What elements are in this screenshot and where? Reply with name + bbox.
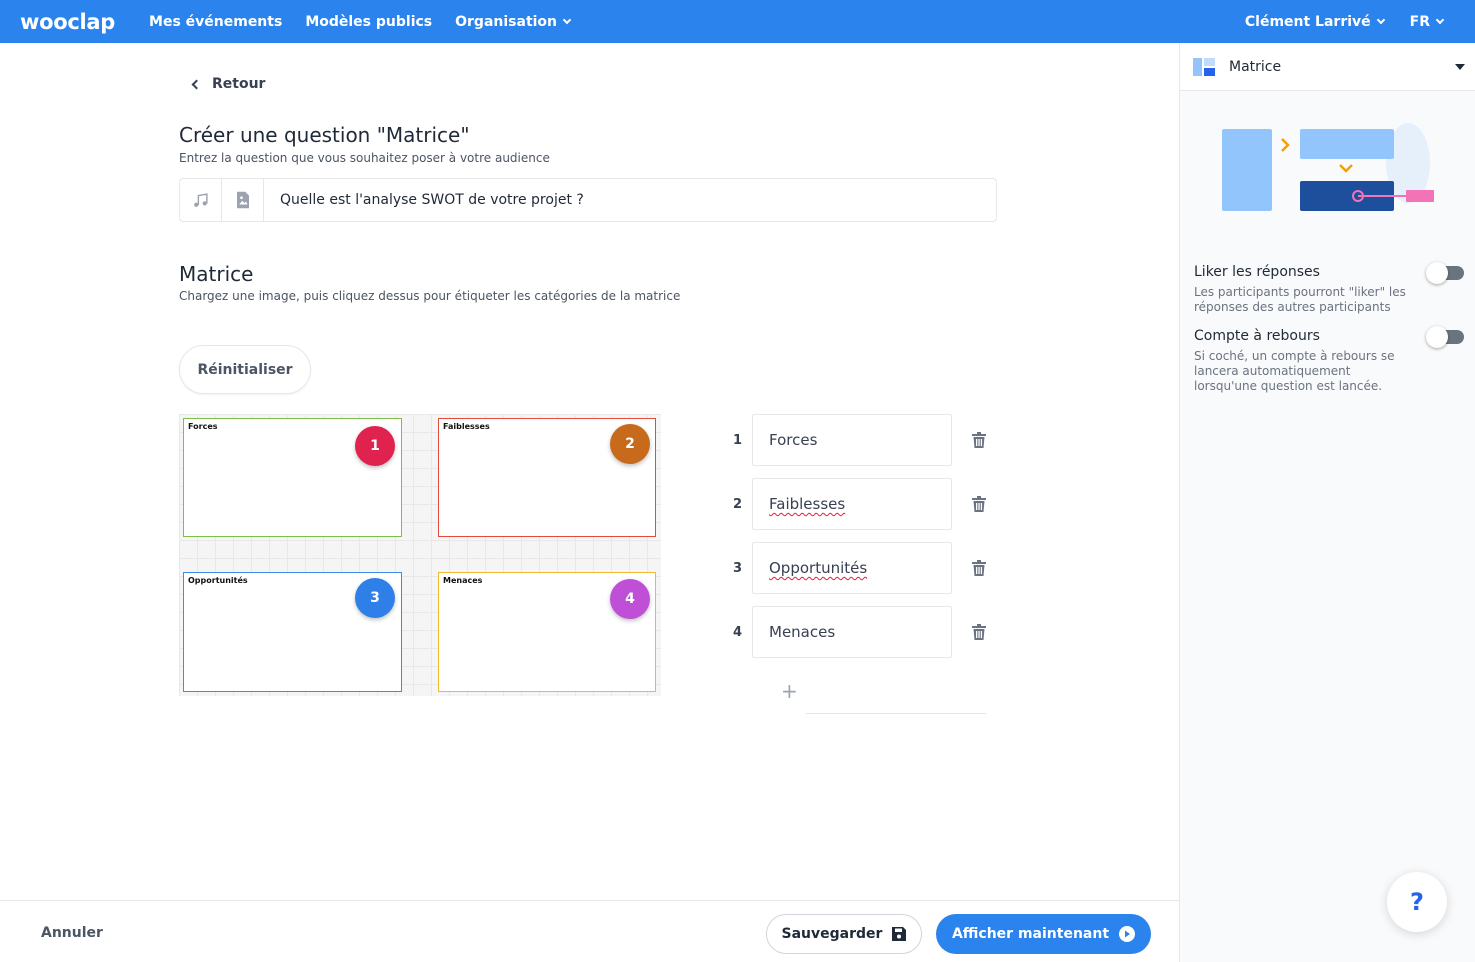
back-link[interactable]: Retour xyxy=(191,76,266,92)
countdown-title: Compte à rebours xyxy=(1194,328,1320,344)
question-input-box: Quelle est l'analyse SWOT de votre proje… xyxy=(179,178,997,222)
category-badge-2[interactable]: 2 xyxy=(610,424,650,464)
caret-down-icon xyxy=(1455,63,1465,70)
category-row: 1 Forces xyxy=(733,414,993,466)
category-badge-3[interactable]: 3 xyxy=(355,578,395,618)
editor-main: Retour Créer une question "Matrice" Entr… xyxy=(0,43,1179,900)
music-note-icon xyxy=(194,192,208,207)
save-button[interactable]: Sauvegarder xyxy=(766,914,922,954)
wooclap-logo[interactable]: wooclap xyxy=(20,10,115,34)
like-answers-description: Les participants pourront "liker" les ré… xyxy=(1194,285,1406,314)
new-category-input[interactable] xyxy=(806,713,986,714)
quadrant-menaces[interactable]: Menaces 4 xyxy=(438,572,656,692)
question-type-select[interactable]: Matrice xyxy=(1180,43,1475,91)
category-row: 3 Opportunités xyxy=(733,542,993,594)
quadrant-forces[interactable]: Forces 1 xyxy=(183,418,402,537)
matrix-illustration xyxy=(1222,123,1434,211)
chevron-down-icon xyxy=(1435,15,1445,24)
settings-sidebar: Matrice Liker les réponses Les participa… xyxy=(1179,43,1475,962)
quadrant-faiblesses[interactable]: Faiblesses 2 xyxy=(438,418,656,537)
save-label: Sauvegarder xyxy=(781,926,883,942)
chevron-down-icon xyxy=(1376,15,1385,24)
trash-icon[interactable] xyxy=(972,560,986,576)
image-file-icon xyxy=(236,191,249,209)
countdown-description: Si coché, un compte à rebours se lancera… xyxy=(1194,349,1395,393)
question-text-input[interactable]: Quelle est l'analyse SWOT de votre proje… xyxy=(280,192,584,208)
nav-my-events-label: Mes événements xyxy=(149,13,283,30)
like-answers-title: Liker les réponses xyxy=(1194,264,1320,280)
category-number: 1 xyxy=(733,432,743,448)
help-button[interactable]: ? xyxy=(1387,872,1447,932)
category-number: 2 xyxy=(733,496,743,512)
matrix-type-icon xyxy=(1193,57,1215,76)
quadrant-label: Menaces xyxy=(443,576,483,585)
page-title: Créer une question "Matrice" xyxy=(179,123,470,147)
quadrant-opportunites[interactable]: Opportunités 3 xyxy=(183,572,402,692)
show-now-label: Afficher maintenant xyxy=(951,926,1110,942)
category-value: Opportunités xyxy=(769,559,868,577)
nav-public-templates[interactable]: Modèles publics xyxy=(305,14,432,30)
chevron-left-icon xyxy=(191,79,202,89)
media-upload-button[interactable] xyxy=(222,179,264,221)
user-name: Clément Larrivé xyxy=(1244,13,1371,30)
reset-button[interactable]: Réinitialiser xyxy=(179,345,311,394)
floppy-disk-icon xyxy=(892,927,907,941)
countdown-toggle[interactable] xyxy=(1426,326,1464,348)
back-label: Retour xyxy=(212,76,266,92)
nav-my-events[interactable]: Mes événements xyxy=(149,14,282,30)
category-row: 4 Menaces xyxy=(733,606,993,658)
question-type-label: Matrice xyxy=(1229,58,1282,75)
matrix-section-title: Matrice xyxy=(179,262,254,286)
toggle-knob xyxy=(1426,262,1448,284)
language-menu[interactable]: FR xyxy=(1409,13,1445,30)
nav-organisation-label: Organisation xyxy=(455,13,558,30)
category-input[interactable]: Forces xyxy=(752,414,952,466)
toggle-knob xyxy=(1426,326,1448,348)
trash-icon[interactable] xyxy=(972,624,986,640)
category-value: Faiblesses xyxy=(769,495,846,513)
category-number: 4 xyxy=(733,624,743,640)
category-badge-1[interactable]: 1 xyxy=(355,426,395,466)
top-bar: wooclap Mes événements Modèles publics O… xyxy=(0,0,1475,43)
language-label: FR xyxy=(1409,13,1430,30)
cancel-button[interactable]: Annuler xyxy=(41,925,103,941)
trash-icon[interactable] xyxy=(972,432,986,448)
bottom-bar: Annuler Sauvegarder Afficher maintenant xyxy=(0,900,1179,962)
page-subtitle: Entrez la question que vous souhaitez po… xyxy=(179,151,550,165)
nav-public-templates-label: Modèles publics xyxy=(305,13,433,30)
category-number: 3 xyxy=(733,560,743,576)
category-badge-4[interactable]: 4 xyxy=(610,579,650,619)
quadrant-label: Opportunités xyxy=(188,576,248,585)
top-right-menu: Clément Larrivé FR xyxy=(1244,13,1445,30)
trash-icon[interactable] xyxy=(972,496,986,512)
audio-upload-button[interactable] xyxy=(180,179,222,221)
nav-organisation[interactable]: Organisation xyxy=(455,13,572,30)
main-nav: Mes événements Modèles publics Organisat… xyxy=(149,13,572,30)
like-answers-toggle[interactable] xyxy=(1426,262,1464,284)
matrix-section-subtitle: Chargez une image, puis cliquez dessus p… xyxy=(179,289,681,303)
matrix-image[interactable]: Forces 1 Faiblesses 2 Opportunités 3 Men… xyxy=(179,414,661,696)
play-circle-icon xyxy=(1119,926,1136,942)
category-input[interactable]: Menaces xyxy=(752,606,952,658)
quadrant-label: Faiblesses xyxy=(443,422,490,431)
add-category-button[interactable]: + xyxy=(781,679,798,703)
category-input[interactable]: Opportunités xyxy=(752,542,952,594)
show-now-button[interactable]: Afficher maintenant xyxy=(936,914,1151,954)
category-row: 2 Faiblesses xyxy=(733,478,993,530)
user-menu[interactable]: Clément Larrivé xyxy=(1244,13,1385,30)
category-input[interactable]: Faiblesses xyxy=(752,478,952,530)
quadrant-label: Forces xyxy=(188,422,218,431)
chevron-down-icon xyxy=(562,15,572,24)
